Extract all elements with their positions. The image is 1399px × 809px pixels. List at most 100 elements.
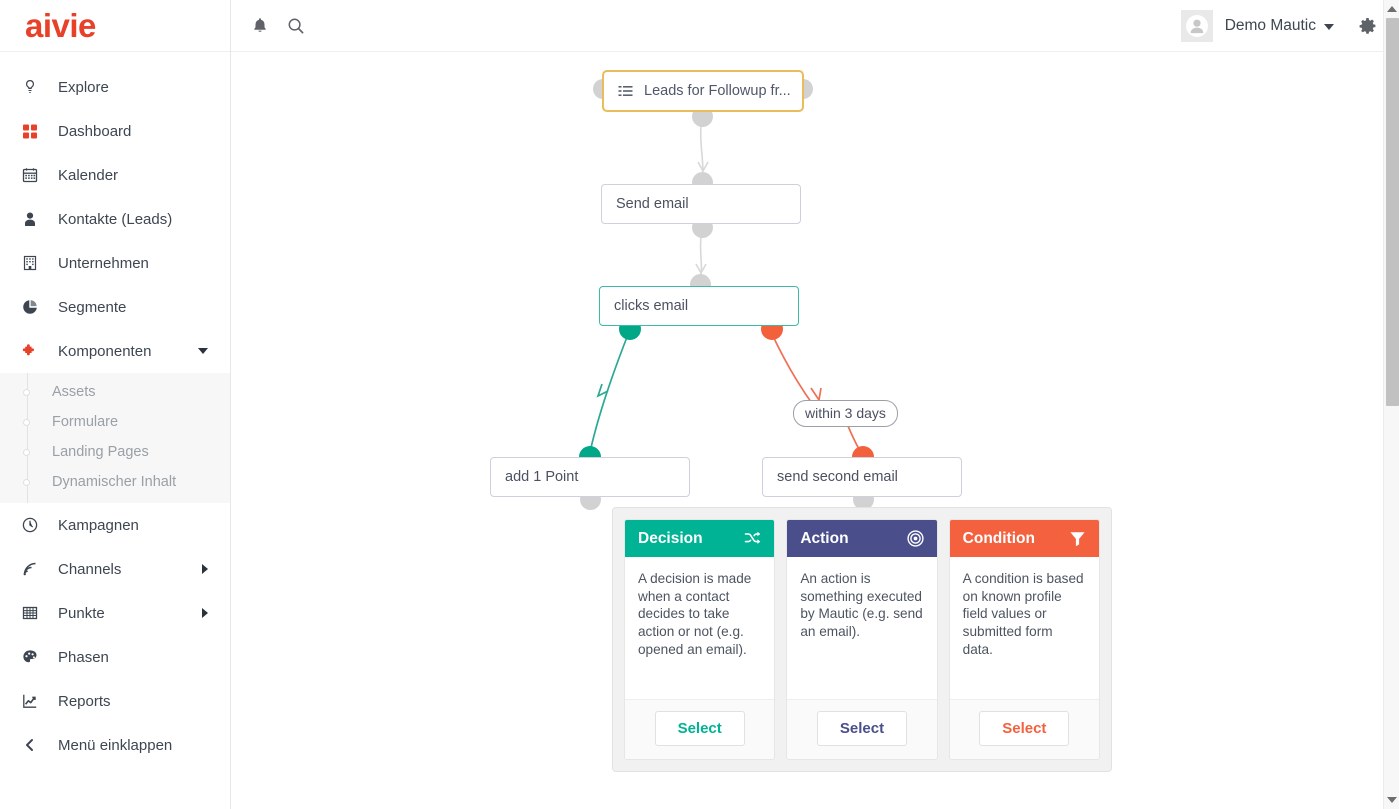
scroll-up-icon[interactable] [1387, 6, 1397, 12]
sidebar-item-kontakte[interactable]: Kontakte (Leads) [0, 197, 230, 241]
campaign-node-label: Leads for Followup fr... [644, 83, 791, 99]
sidebar-subitem-label: Formulare [52, 414, 119, 430]
table-icon [22, 605, 48, 621]
palette-card-action: Action An action is something executed b… [786, 519, 938, 760]
select-condition-button[interactable]: Select [979, 711, 1070, 746]
application-window: aivie Explore Dashboard Kalender Kontakt… [0, 0, 1399, 809]
sidebar-item-unternehmen[interactable]: Unternehmen [0, 241, 230, 285]
palette-card-header: Condition [949, 520, 1099, 557]
select-decision-button[interactable]: Select [654, 711, 745, 746]
sidebar-item-label: Reports [58, 692, 111, 710]
avatar[interactable] [1180, 10, 1213, 42]
campaign-node-add-point[interactable]: add 1 Point [490, 457, 690, 497]
sidebar-subitem-formulare[interactable]: Formulare [0, 407, 230, 437]
brand-logo[interactable]: aivie [0, 0, 230, 52]
sidebar-item-kalender[interactable]: Kalender [0, 153, 230, 197]
chevron-right-icon [202, 564, 208, 574]
sidebar-item-segmente[interactable]: Segmente [0, 285, 230, 329]
scroll-down-icon[interactable] [1387, 797, 1397, 803]
puzzle-icon [22, 343, 48, 359]
sidebar-item-label: Punkte [58, 604, 105, 622]
bullseye-icon [907, 530, 924, 547]
calendar-icon [22, 167, 48, 183]
sidebar-collapse-menu[interactable]: Menü einklappen [0, 723, 230, 767]
line-chart-icon [22, 693, 48, 709]
sidebar-item-label: Komponenten [58, 342, 152, 360]
sidebar-item-label: Phasen [58, 648, 109, 666]
campaign-node-send-email[interactable]: Send email [601, 184, 801, 224]
campaign-node-source[interactable]: Leads for Followup fr... [602, 70, 804, 112]
user-name[interactable]: Demo Mautic [1225, 17, 1316, 35]
rss-icon [22, 561, 48, 577]
palette-card-description: A decision is made when a contact decide… [638, 571, 752, 657]
sidebar-item-explore[interactable]: Explore [0, 65, 230, 109]
palette-card-condition: Condition A condition is based on known … [948, 519, 1100, 760]
campaign-node-clicks-email[interactable]: clicks email [599, 286, 799, 326]
sidebar-item-reports[interactable]: Reports [0, 679, 230, 723]
sidebar-item-label: Segmente [58, 298, 127, 316]
submenu-dot-icon [23, 418, 30, 426]
sidebar-item-dashboard[interactable]: Dashboard [0, 109, 230, 153]
sidebar-nav: Explore Dashboard Kalender Kontakte (Lea… [0, 52, 230, 767]
campaign-node-label: send second email [777, 469, 898, 485]
sidebar-item-label: Channels [58, 560, 122, 578]
chevron-left-icon [22, 737, 48, 753]
user-icon [22, 211, 48, 227]
palette-card-footer: Select [949, 699, 1099, 759]
sidebar-item-channels[interactable]: Channels [0, 547, 230, 591]
palette-card-header: Decision [625, 520, 775, 557]
palette-card-header: Action [787, 520, 937, 557]
sidebar-subitem-label: Assets [52, 384, 96, 400]
topbar: Demo Mautic [231, 0, 1399, 52]
gear-icon[interactable] [1358, 17, 1377, 36]
search-icon[interactable] [287, 17, 305, 35]
submenu-dot-icon [23, 478, 30, 486]
sidebar-subitem-label: Landing Pages [52, 444, 149, 460]
palette-card-title: Decision [638, 529, 703, 547]
lightbulb-icon [22, 79, 48, 95]
pie-chart-icon [22, 299, 48, 315]
chevron-down-icon [198, 348, 208, 354]
campaign-event-palette: Decision A decision is made when a conta… [612, 507, 1112, 772]
clock-icon [22, 517, 48, 533]
campaign-delay-label[interactable]: within 3 days [793, 400, 898, 427]
vertical-scrollbar[interactable] [1383, 0, 1399, 809]
sidebar-item-punkte[interactable]: Punkte [0, 591, 230, 635]
topbar-right: Demo Mautic [1180, 0, 1377, 52]
sidebar-subitem-landing-pages[interactable]: Landing Pages [0, 437, 230, 467]
campaign-node-label: add 1 Point [505, 469, 579, 485]
sidebar: aivie Explore Dashboard Kalender Kontakt… [0, 0, 231, 809]
brand-name: aivie [25, 7, 96, 44]
sidebar-item-komponenten[interactable]: Komponenten [0, 329, 230, 373]
palette-card-title: Condition [962, 529, 1035, 547]
filter-icon [1069, 530, 1086, 547]
chevron-down-icon[interactable] [1324, 24, 1334, 30]
sidebar-subitem-label: Dynamischer Inhalt [52, 474, 177, 490]
sidebar-subitem-assets[interactable]: Assets [0, 377, 230, 407]
grid-icon [22, 123, 48, 139]
campaign-delay-text: within 3 days [805, 405, 886, 421]
sidebar-item-phasen[interactable]: Phasen [0, 635, 230, 679]
sidebar-item-label: Dashboard [58, 122, 132, 140]
sidebar-item-label: Unternehmen [58, 254, 149, 272]
campaign-node-label: clicks email [614, 298, 689, 314]
list-icon [618, 84, 633, 99]
palette-card-footer: Select [625, 699, 775, 759]
sidebar-item-kampagnen[interactable]: Kampagnen [0, 503, 230, 547]
topbar-left-icons [239, 0, 305, 52]
campaign-canvas[interactable]: Leads for Followup fr... Send email clic… [231, 52, 1383, 809]
palette-card-footer: Select [787, 699, 937, 759]
campaign-node-send-second-email[interactable]: send second email [762, 457, 962, 497]
sidebar-item-label: Kontakte (Leads) [58, 210, 173, 228]
shuffle-icon [744, 530, 761, 547]
sidebar-subitem-dynamischer-inhalt[interactable]: Dynamischer Inhalt [0, 467, 230, 497]
palette-card-decision: Decision A decision is made when a conta… [624, 519, 776, 760]
select-action-button[interactable]: Select [816, 711, 908, 746]
palette-icon [22, 649, 48, 665]
palette-card-title: Action [800, 529, 849, 547]
sidebar-item-label: Kalender [58, 166, 119, 184]
bell-icon[interactable] [251, 17, 269, 35]
submenu-dot-icon [23, 388, 30, 396]
scrollbar-thumb[interactable] [1386, 18, 1399, 406]
palette-card-description: A condition is based on known profile fi… [962, 571, 1084, 657]
